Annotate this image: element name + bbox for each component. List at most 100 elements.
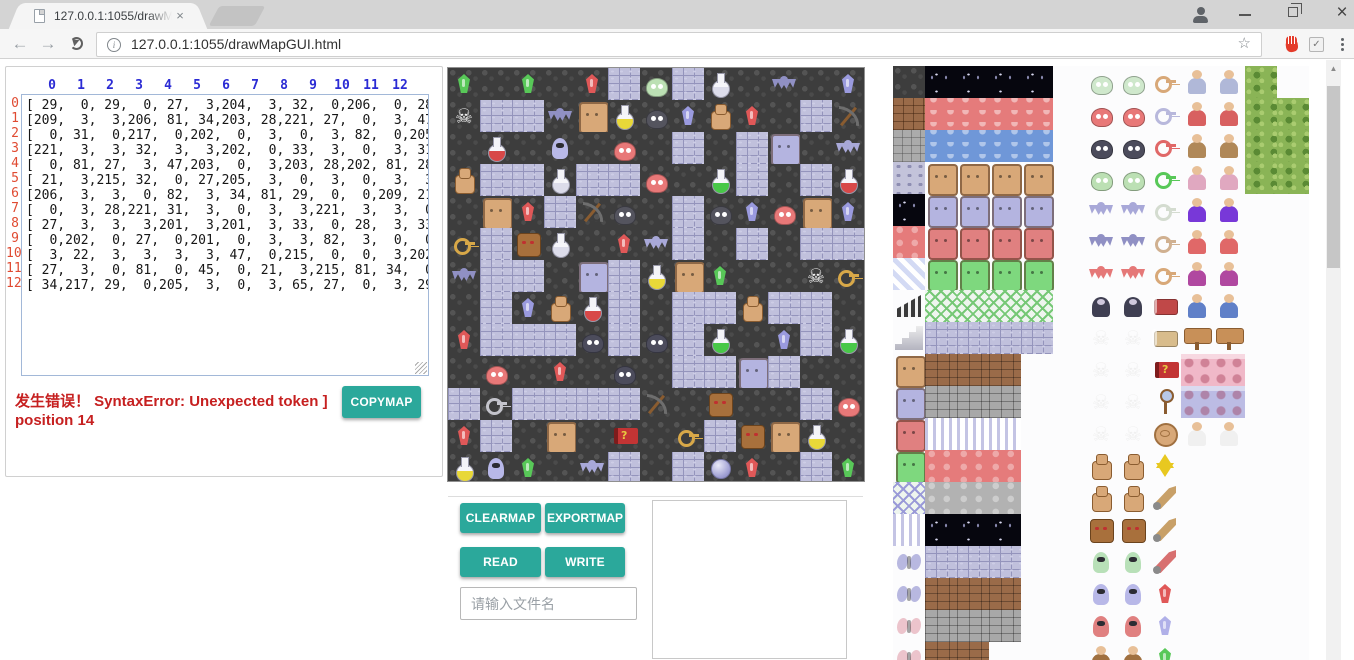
adblock-extension-icon[interactable] [1283,35,1302,54]
palette-tile[interactable] [925,322,957,354]
palette-tile[interactable] [989,226,1021,258]
palette-tile[interactable] [893,610,925,642]
palette-tile[interactable] [1085,354,1117,386]
map-tile[interactable] [608,100,640,132]
palette-tile[interactable] [1117,98,1149,130]
map-tile[interactable] [640,420,672,452]
palette-tile[interactable] [1213,322,1245,354]
new-tab-button[interactable] [209,6,266,26]
palette-tile[interactable] [1085,546,1117,578]
palette-tile[interactable] [989,578,1021,610]
palette-tile[interactable] [989,98,1021,130]
map-tile[interactable] [800,132,832,164]
map-tile[interactable] [512,260,544,292]
palette-tile[interactable] [925,386,957,418]
write-button[interactable]: WRITE [545,547,625,577]
palette-tile[interactable] [1181,130,1213,162]
map-tile[interactable] [832,68,864,100]
output-box[interactable] [652,500,847,659]
map-tile[interactable] [800,164,832,196]
map-tile[interactable] [672,100,704,132]
palette-tile[interactable] [893,418,925,450]
map-tile[interactable] [736,164,768,196]
palette-tile[interactable] [1213,66,1245,98]
palette-tile[interactable] [1085,130,1117,162]
map-tile[interactable] [512,164,544,196]
palette-tile[interactable] [957,642,989,660]
palette-tile[interactable] [1213,194,1245,226]
palette-tile[interactable] [957,514,989,546]
palette-tile[interactable] [925,482,957,514]
map-tile[interactable] [448,388,480,420]
map-tile[interactable] [672,452,704,482]
map-tile[interactable] [736,100,768,132]
palette-tile[interactable] [957,578,989,610]
map-tile[interactable] [608,228,640,260]
map-tile[interactable] [704,324,736,356]
map-tile[interactable] [608,356,640,388]
map-tile[interactable] [480,100,512,132]
palette-tile[interactable] [1149,642,1181,660]
palette-tile[interactable] [1277,98,1309,130]
map-tile[interactable] [480,292,512,324]
palette-tile[interactable] [1085,290,1117,322]
map-tile[interactable] [800,68,832,100]
palette-tile[interactable] [893,354,925,386]
palette-tile[interactable] [1149,194,1181,226]
palette-tile[interactable] [1085,482,1117,514]
palette-tile[interactable] [1117,450,1149,482]
palette-scrollbar[interactable]: ▲ [1326,60,1341,660]
palette-tile[interactable] [1213,258,1245,290]
palette-tile[interactable] [957,546,989,578]
palette-tile[interactable] [1085,610,1117,642]
palette-tile[interactable] [1181,354,1213,386]
palette-tile[interactable] [1149,66,1181,98]
palette-tile[interactable] [1085,66,1117,98]
palette-tile[interactable] [1117,66,1149,98]
map-tile[interactable] [704,228,736,260]
palette-tile[interactable] [1117,290,1149,322]
palette-tile[interactable] [1085,642,1117,660]
palette-tile[interactable] [989,386,1021,418]
palette-tile[interactable] [1117,578,1149,610]
map-tile[interactable] [480,356,512,388]
map-tile[interactable] [704,164,736,196]
palette-tile[interactable] [925,514,957,546]
map-tile[interactable] [736,420,768,452]
menu-dots-icon[interactable] [1341,38,1344,41]
palette-tile[interactable] [1117,546,1149,578]
palette-tile[interactable] [1213,130,1245,162]
palette-tile[interactable] [1277,130,1309,162]
map-tile[interactable] [800,324,832,356]
map-tile[interactable] [704,100,736,132]
palette-tile[interactable] [925,130,957,162]
palette-tile[interactable] [1117,418,1149,450]
tab-close-icon[interactable]: × [172,8,188,24]
back-icon[interactable]: ← [8,32,32,56]
map-tile[interactable] [640,164,672,196]
palette-tile[interactable] [1213,226,1245,258]
palette-tile[interactable] [925,578,957,610]
palette-tile[interactable] [1149,98,1181,130]
map-tile[interactable] [448,196,480,228]
map-tile[interactable] [800,292,832,324]
forward-icon[interactable]: → [36,32,60,56]
map-tile[interactable] [512,356,544,388]
map-tile[interactable] [608,68,640,100]
map-tile[interactable] [608,260,640,292]
palette-tile[interactable] [893,66,925,98]
map-tile[interactable] [448,68,480,100]
palette-tile[interactable] [925,290,957,322]
url-text[interactable]: 127.0.0.1:1055/drawMapGUI.html [131,33,341,56]
palette-tile[interactable] [1117,322,1149,354]
map-tile[interactable] [832,132,864,164]
palette-tile[interactable] [893,642,925,660]
map-tile[interactable] [608,388,640,420]
map-tile[interactable] [608,420,640,452]
map-tile[interactable] [800,100,832,132]
palette-tile[interactable] [1181,66,1213,98]
map-tile[interactable] [800,452,832,482]
map-tile[interactable] [480,228,512,260]
palette-tile[interactable] [1213,386,1245,418]
palette-tile[interactable] [1149,450,1181,482]
